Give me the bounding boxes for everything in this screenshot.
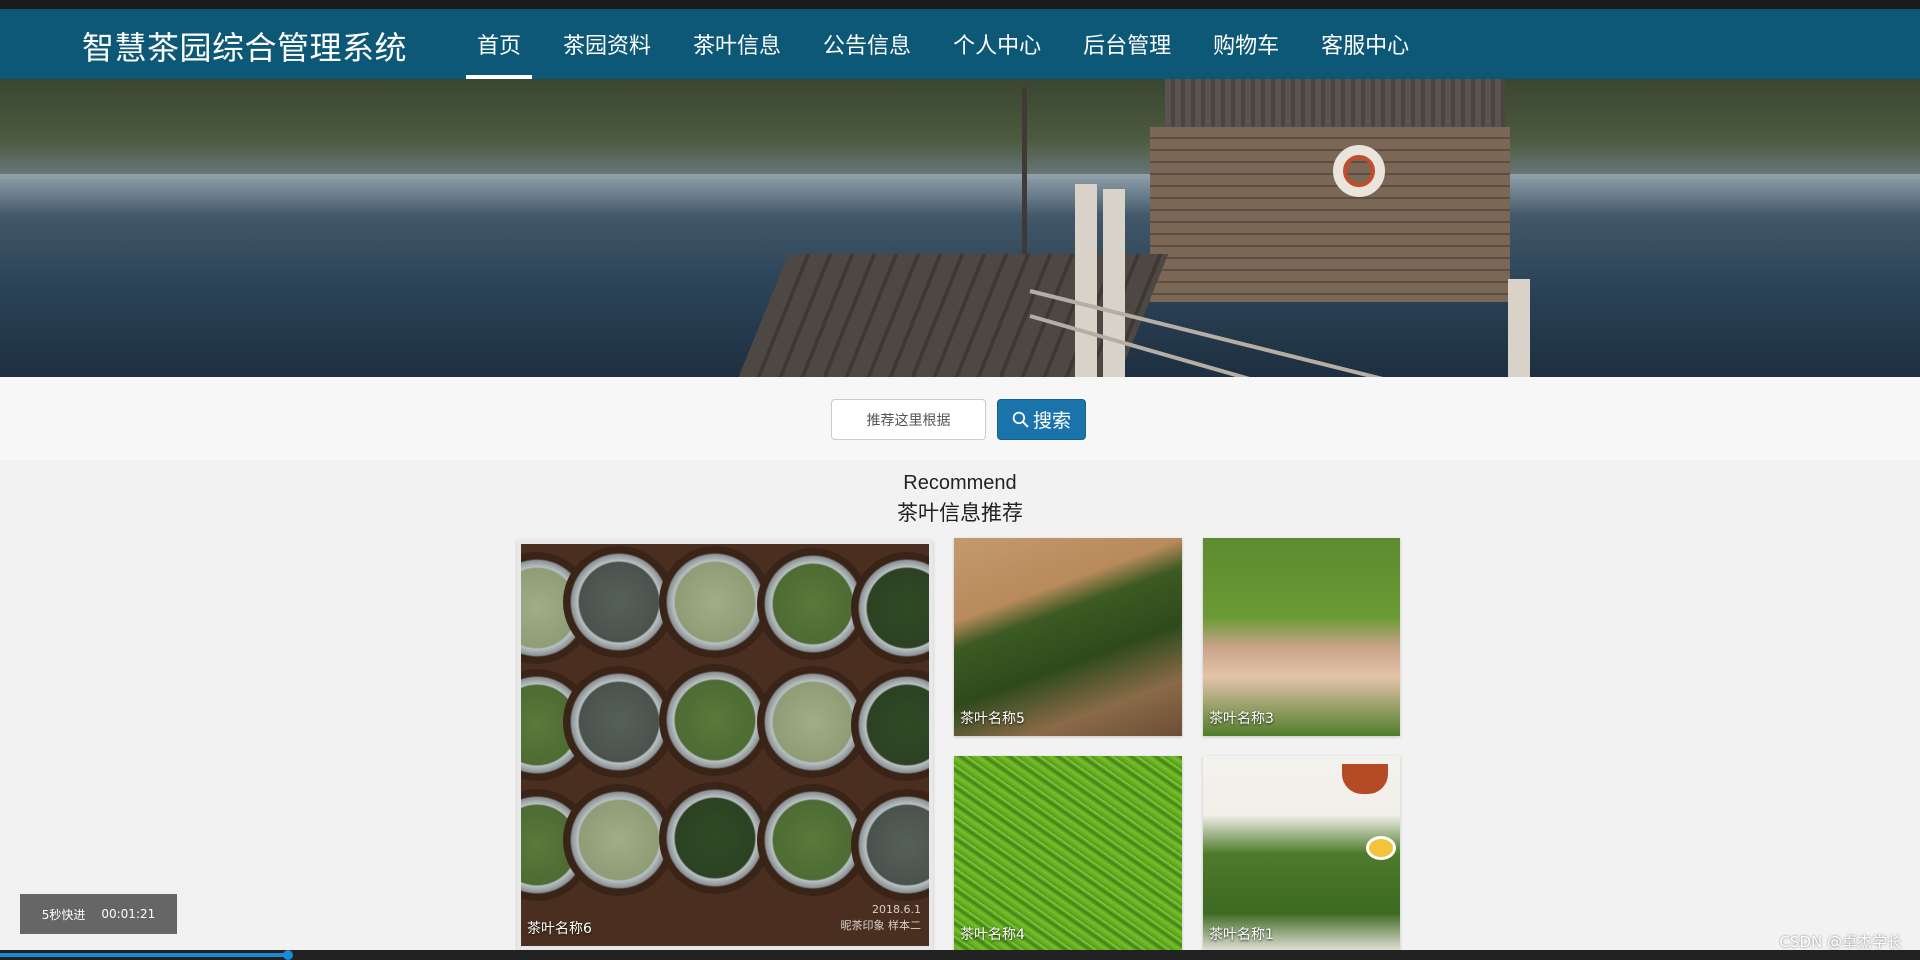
tea-card-4[interactable]: 茶叶名称4 xyxy=(954,756,1182,952)
window-top-strip xyxy=(0,0,1920,9)
video-progress-bar[interactable] xyxy=(0,950,1920,960)
watermark: CSDN @卓杰学长 xyxy=(1779,933,1902,951)
tea-cup-image xyxy=(1342,764,1388,794)
banner-water xyxy=(0,174,1920,214)
nav-item-garden-info[interactable]: 茶园资料 xyxy=(552,9,662,79)
recommend-title-en: Recommend xyxy=(903,472,1017,494)
nav-item-profile[interactable]: 个人中心 xyxy=(942,9,1052,79)
tea-tin-image xyxy=(659,664,771,776)
search-button[interactable]: 搜索 xyxy=(997,399,1086,440)
main-nav: 首页 茶园资料 茶叶信息 公告信息 个人中心 后台管理 购物车 客服中心 xyxy=(466,9,1440,79)
search-input[interactable] xyxy=(831,399,986,440)
nav-item-admin[interactable]: 后台管理 xyxy=(1072,9,1182,79)
tea-card-5[interactable]: 茶叶名称5 xyxy=(954,538,1182,736)
nav-item-support[interactable]: 客服中心 xyxy=(1310,9,1420,79)
site-title: 智慧茶园综合管理系统 xyxy=(82,29,408,67)
search-bar: 搜索 xyxy=(0,377,1920,460)
banner-hills xyxy=(0,79,1920,179)
tea-card-name: 茶叶名称5 xyxy=(960,711,1025,727)
banner-pier-post xyxy=(1508,279,1530,377)
tea-card-name: 茶叶名称4 xyxy=(960,927,1025,943)
banner-carousel[interactable] xyxy=(0,79,1920,377)
tea-cup-image xyxy=(1366,836,1396,860)
recommend-title-zh: 茶叶信息推荐 xyxy=(897,501,1023,525)
video-progress-handle[interactable] xyxy=(283,950,293,960)
tea-tin-image xyxy=(659,546,771,658)
tea-image-stamp-text: 昵茶印象 样本二 xyxy=(840,919,922,932)
tea-tin-image xyxy=(851,789,929,901)
nav-item-announcements[interactable]: 公告信息 xyxy=(812,9,922,79)
banner-pier-post xyxy=(1103,189,1125,377)
tea-card-3[interactable]: 茶叶名称3 xyxy=(1203,538,1400,736)
nav-item-cart[interactable]: 购物车 xyxy=(1202,9,1290,79)
tea-image-stamp: 2018.6.1 昵茶印象 样本二 xyxy=(841,902,922,934)
lifebuoy-icon xyxy=(1333,145,1385,197)
tea-card-name: 茶叶名称6 xyxy=(527,921,592,937)
search-icon xyxy=(1012,411,1029,428)
search-button-label: 搜索 xyxy=(1032,410,1071,432)
video-progress-fill xyxy=(0,953,288,957)
navbar: 智慧茶园综合管理系统 首页 茶园资料 茶叶信息 公告信息 个人中心 后台管理 购… xyxy=(0,9,1920,79)
nav-item-tea-info[interactable]: 茶叶信息 xyxy=(682,9,792,79)
fast-forward-label: 5秒快进 xyxy=(41,907,86,922)
tea-card-1[interactable]: 茶叶名称1 xyxy=(1203,756,1400,952)
tea-card-name: 茶叶名称3 xyxy=(1209,711,1274,727)
banner-pier-post xyxy=(1075,184,1097,377)
tea-image-stamp-date: 2018.6.1 xyxy=(872,903,921,916)
nav-item-home[interactable]: 首页 xyxy=(466,9,533,79)
banner-house-roof xyxy=(1165,79,1505,127)
tea-tin-image xyxy=(659,782,771,894)
banner-house-wall xyxy=(1150,127,1510,302)
recommend-heading: Recommend 茶叶信息推荐 xyxy=(0,472,1920,527)
tea-card-name: 茶叶名称1 xyxy=(1209,927,1274,943)
video-timestamp: 00:01:21 xyxy=(101,907,156,921)
tea-tin-image xyxy=(851,669,929,781)
video-fast-forward-badge: 5秒快进 00:01:21 xyxy=(20,894,177,934)
tea-tin-image xyxy=(851,552,929,664)
tea-card-6[interactable]: 2018.6.1 昵茶印象 样本二 茶叶名称6 xyxy=(517,540,933,950)
